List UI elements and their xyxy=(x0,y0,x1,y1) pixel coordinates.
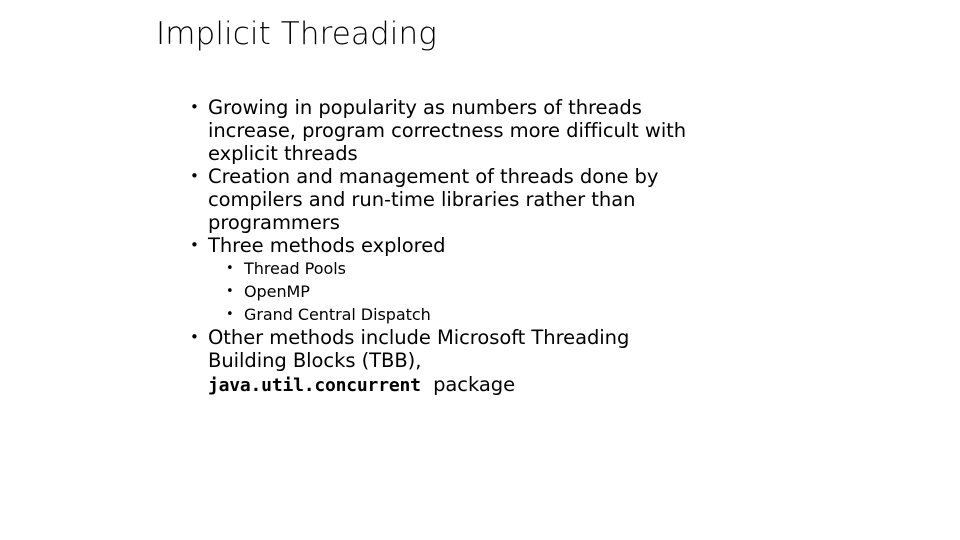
list-item: • Three methods explored • Thread Pools … xyxy=(186,234,706,326)
list-item: • Thread Pools xyxy=(222,257,706,280)
code-identifier: java.util.concurrent xyxy=(208,375,421,396)
code-reference-line: java.util.concurrent package xyxy=(208,372,706,398)
list-item: • Other methods include Microsoft Thread… xyxy=(186,326,706,398)
bullet-list-level-1: • Growing in popularity as numbers of th… xyxy=(186,96,706,398)
bullet-marker-icon: • xyxy=(190,98,199,116)
list-item: • Creation and management of threads don… xyxy=(186,165,706,234)
list-item: • Growing in popularity as numbers of th… xyxy=(186,96,706,165)
list-item-label: Creation and management of threads done … xyxy=(208,165,659,234)
bullet-marker-icon: • xyxy=(190,236,199,254)
list-item: • OpenMP xyxy=(222,280,706,303)
page-title: Implicit Threading xyxy=(156,16,437,52)
list-item-label: Three methods explored xyxy=(208,234,446,257)
bullet-list-level-2: • Thread Pools • OpenMP • Grand Central … xyxy=(208,257,706,326)
list-item-label: Growing in popularity as numbers of thre… xyxy=(208,96,687,165)
bullet-marker-icon: • xyxy=(226,307,234,322)
bullet-marker-icon: • xyxy=(226,284,234,299)
bullet-marker-icon: • xyxy=(190,167,199,185)
list-item-label: Grand Central Dispatch xyxy=(244,305,431,324)
list-item: • Grand Central Dispatch xyxy=(222,303,706,326)
list-item-label: Thread Pools xyxy=(244,259,346,278)
code-suffix-label: package xyxy=(433,373,516,396)
list-item-label: Other methods include Microsoft Threadin… xyxy=(208,326,630,372)
bullet-marker-icon: • xyxy=(190,328,199,346)
slide-body: • Growing in popularity as numbers of th… xyxy=(186,96,706,398)
list-item-label: OpenMP xyxy=(244,282,310,301)
bullet-marker-icon: • xyxy=(226,261,234,276)
slide-canvas: Implicit Threading • Growing in populari… xyxy=(0,0,960,540)
